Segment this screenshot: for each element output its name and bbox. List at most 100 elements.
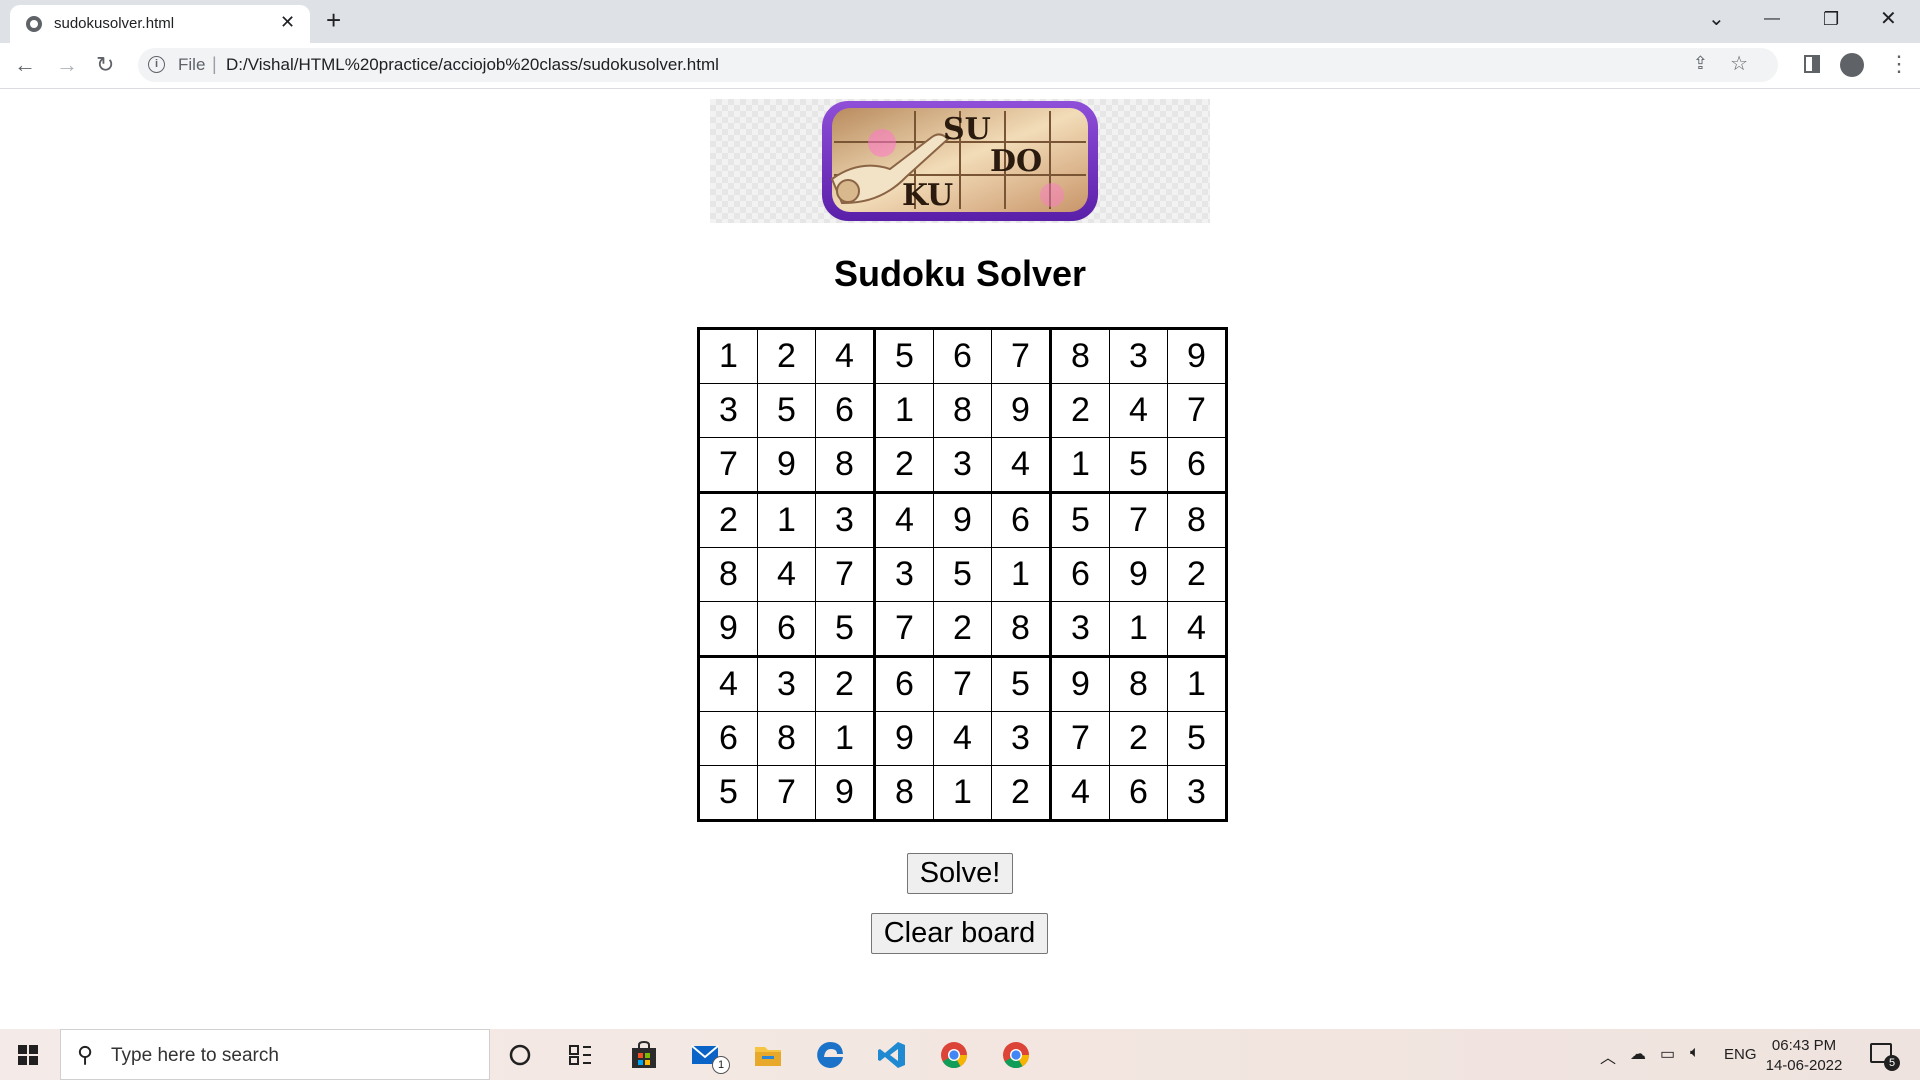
board-cell[interactable]: 1	[991, 547, 1052, 602]
info-icon[interactable]: i	[148, 56, 165, 73]
board-cell[interactable]: 5	[815, 601, 876, 658]
board-cell[interactable]: 4	[1109, 383, 1168, 438]
board-cell[interactable]: 3	[1050, 601, 1110, 658]
board-cell[interactable]: 1	[933, 765, 992, 821]
board-cell[interactable]: 4	[757, 547, 816, 602]
task-view-icon[interactable]	[564, 1039, 596, 1071]
board-cell[interactable]: 1	[1109, 601, 1168, 658]
board-cell[interactable]: 6	[1167, 437, 1227, 494]
vscode-icon[interactable]	[876, 1039, 908, 1071]
board-cell[interactable]: 4	[1167, 601, 1227, 658]
board-cell[interactable]: 9	[874, 711, 934, 766]
board-cell[interactable]: 4	[991, 437, 1052, 494]
window-close-button[interactable]: ✕	[1880, 4, 1897, 34]
board-cell[interactable]: 7	[1109, 492, 1168, 548]
board-cell[interactable]: 5	[698, 765, 758, 821]
chrome-icon[interactable]	[1000, 1039, 1032, 1071]
board-cell[interactable]: 7	[698, 437, 758, 494]
board-cell[interactable]: 4	[815, 328, 876, 384]
board-cell[interactable]: 4	[698, 656, 758, 712]
board-cell[interactable]: 8	[933, 383, 992, 438]
side-panel-icon[interactable]	[1804, 55, 1820, 73]
board-cell[interactable]: 1	[815, 711, 876, 766]
forward-arrow-icon[interactable]: →	[56, 50, 78, 80]
board-cell[interactable]: 3	[815, 492, 876, 548]
board-cell[interactable]: 7	[933, 656, 992, 712]
address-url[interactable]: D:/Vishal/HTML%20practice/acciojob%20cla…	[226, 55, 719, 75]
board-cell[interactable]: 7	[1167, 383, 1227, 438]
microsoft-store-icon[interactable]	[628, 1039, 660, 1071]
onedrive-cloud-icon[interactable]: ☁	[1630, 1044, 1646, 1064]
tab-close-icon[interactable]: ✕	[280, 12, 295, 32]
edge-browser-icon[interactable]	[814, 1039, 846, 1071]
board-cell[interactable]: 2	[1050, 383, 1110, 438]
board-cell[interactable]: 6	[991, 492, 1052, 548]
board-cell[interactable]: 9	[1109, 547, 1168, 602]
board-cell[interactable]: 6	[874, 656, 934, 712]
board-cell[interactable]: 9	[698, 601, 758, 658]
board-cell[interactable]: 8	[874, 765, 934, 821]
board-cell[interactable]: 2	[1109, 711, 1168, 766]
board-cell[interactable]: 8	[757, 711, 816, 766]
board-cell[interactable]: 2	[874, 437, 934, 494]
board-cell[interactable]: 8	[698, 547, 758, 602]
board-cell[interactable]: 8	[815, 437, 876, 494]
board-cell[interactable]: 8	[1109, 656, 1168, 712]
minimize-button[interactable]: —	[1764, 4, 1780, 34]
board-cell[interactable]: 7	[757, 765, 816, 821]
board-cell[interactable]: 2	[698, 492, 758, 548]
board-cell[interactable]: 9	[757, 437, 816, 494]
board-cell[interactable]: 6	[1109, 765, 1168, 821]
board-cell[interactable]: 1	[757, 492, 816, 548]
board-cell[interactable]: 7	[991, 328, 1052, 384]
board-cell[interactable]: 5	[991, 656, 1052, 712]
board-cell[interactable]: 3	[991, 711, 1052, 766]
clear-board-button[interactable]: Clear board	[871, 913, 1048, 954]
board-cell[interactable]: 5	[1167, 711, 1227, 766]
board-cell[interactable]: 5	[874, 328, 934, 384]
board-cell[interactable]: 5	[1109, 437, 1168, 494]
share-icon[interactable]: ⇪	[1693, 53, 1708, 74]
board-cell[interactable]: 2	[1167, 547, 1227, 602]
board-cell[interactable]: 5	[1050, 492, 1110, 548]
board-cell[interactable]: 7	[815, 547, 876, 602]
back-arrow-icon[interactable]: ←	[14, 50, 36, 80]
windows-start-icon[interactable]	[18, 1045, 38, 1065]
board-cell[interactable]: 1	[1167, 656, 1227, 712]
taskbar-clock[interactable]: 06:43 PM 14-06-2022	[1756, 1036, 1852, 1076]
board-cell[interactable]: 4	[874, 492, 934, 548]
profile-avatar-icon[interactable]	[1840, 53, 1864, 77]
board-cell[interactable]: 9	[991, 383, 1052, 438]
cortana-icon[interactable]	[504, 1039, 536, 1071]
board-cell[interactable]: 9	[1050, 656, 1110, 712]
board-cell[interactable]: 9	[1167, 328, 1227, 384]
board-cell[interactable]: 6	[1050, 547, 1110, 602]
board-cell[interactable]: 7	[1050, 711, 1110, 766]
board-cell[interactable]: 4	[1050, 765, 1110, 821]
board-cell[interactable]: 3	[1109, 328, 1168, 384]
board-cell[interactable]: 2	[933, 601, 992, 658]
board-cell[interactable]: 3	[1167, 765, 1227, 821]
board-cell[interactable]: 3	[698, 383, 758, 438]
board-cell[interactable]: 3	[874, 547, 934, 602]
new-tab-button[interactable]: +	[326, 5, 341, 35]
board-cell[interactable]: 1	[1050, 437, 1110, 494]
tab-search-icon[interactable]: ⌄	[1708, 4, 1725, 34]
chrome-icon[interactable]	[938, 1039, 970, 1071]
board-cell[interactable]: 1	[698, 328, 758, 384]
restore-button[interactable]: ❐	[1823, 4, 1839, 34]
battery-icon[interactable]: ▭	[1660, 1044, 1675, 1064]
board-cell[interactable]: 6	[698, 711, 758, 766]
browser-tab[interactable]: sudokusolver.html ✕	[10, 5, 310, 43]
board-cell[interactable]: 3	[757, 656, 816, 712]
board-cell[interactable]: 9	[815, 765, 876, 821]
file-explorer-icon[interactable]	[752, 1039, 784, 1071]
board-cell[interactable]: 6	[815, 383, 876, 438]
board-cell[interactable]: 4	[933, 711, 992, 766]
language-indicator[interactable]: ENG	[1724, 1046, 1757, 1063]
board-cell[interactable]: 1	[874, 383, 934, 438]
address-bar[interactable]: i File | D:/Vishal/HTML%20practice/accio…	[138, 48, 1778, 82]
taskbar-search-box[interactable]: ⚲ Type here to search	[60, 1029, 490, 1080]
board-cell[interactable]: 8	[991, 601, 1052, 658]
board-cell[interactable]: 8	[1050, 328, 1110, 384]
